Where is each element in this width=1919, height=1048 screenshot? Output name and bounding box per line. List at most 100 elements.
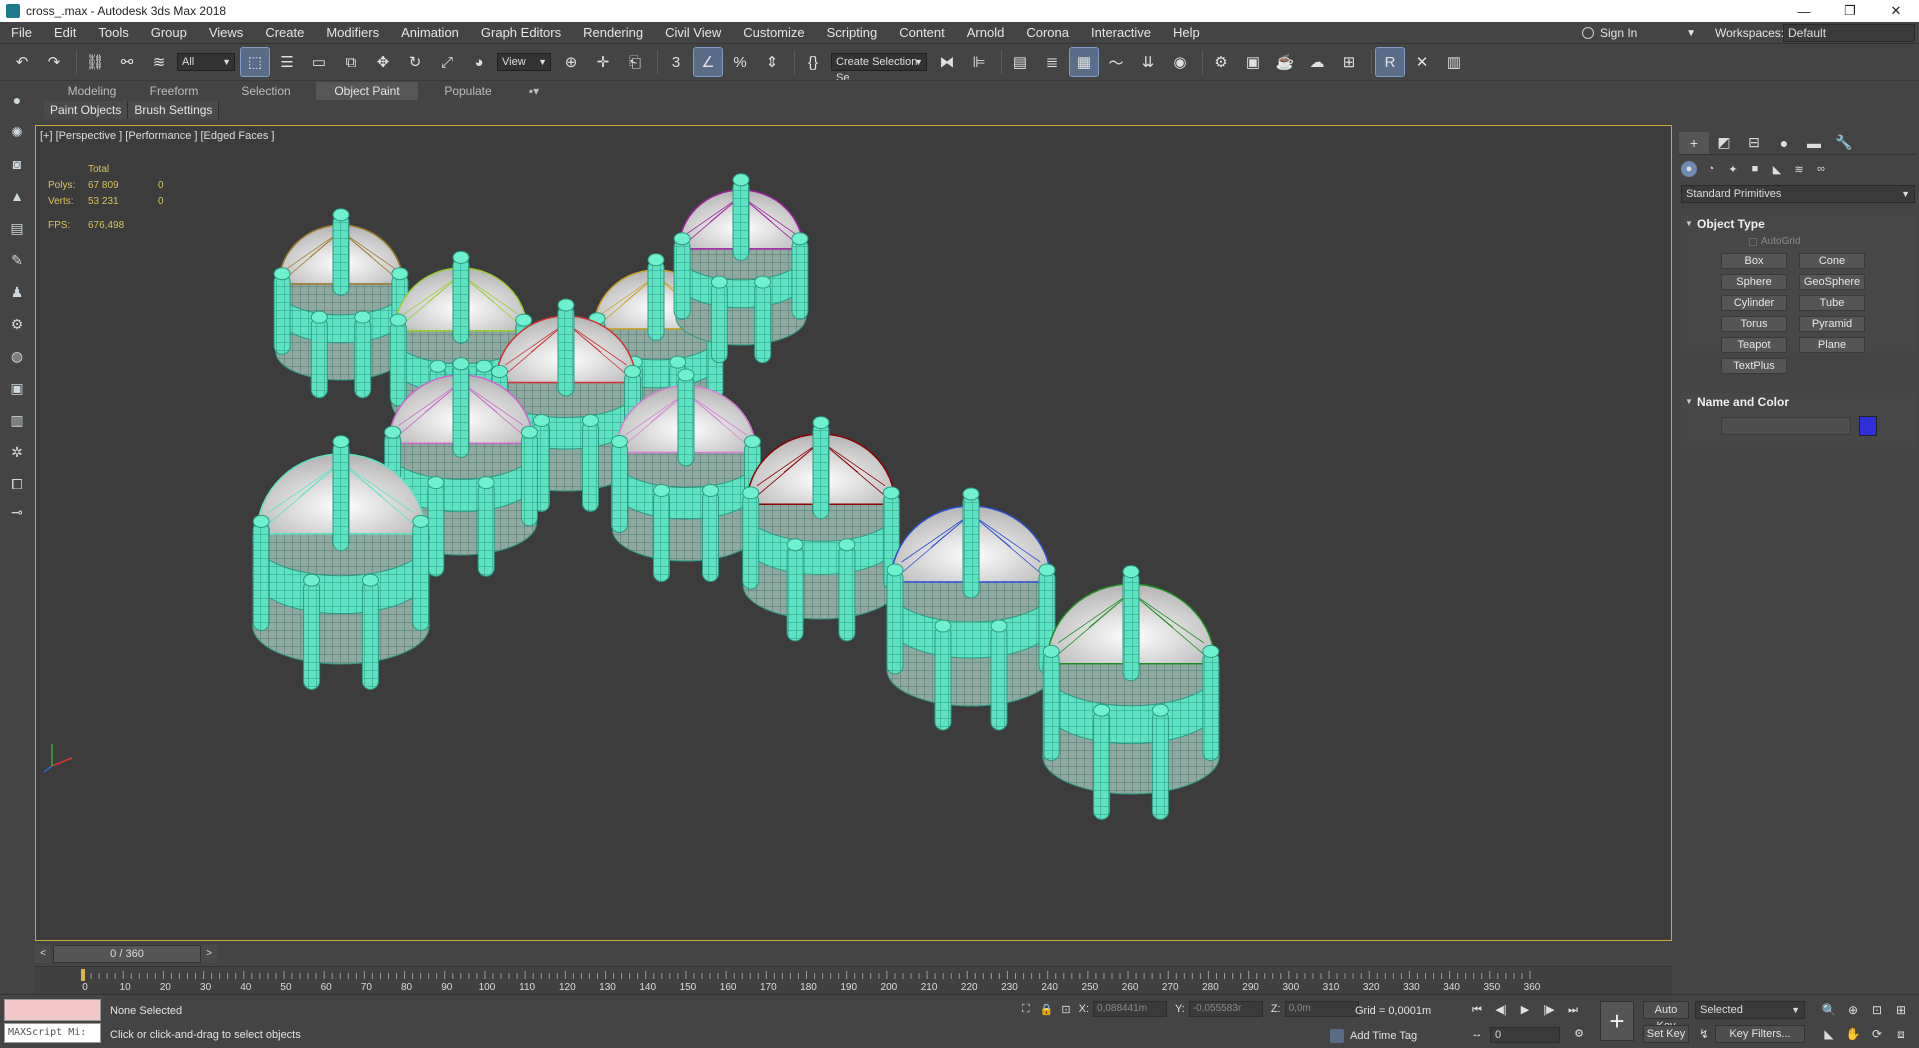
align-icon[interactable]: ⊫ [965,48,993,76]
keyboard-shortcut-icon[interactable]: ⎗ [621,48,649,76]
viewport-perspective[interactable]: [+] [Perspective ] [Performance ] [Edged… [35,125,1672,941]
brush-icon[interactable]: ✎ [7,250,27,270]
set-keys-button[interactable]: + [1600,1001,1634,1041]
percent-snap-icon[interactable]: % [726,48,754,76]
menu-group[interactable]: Group [140,25,198,40]
ring-model[interactable] [886,487,1056,731]
manipulate-icon[interactable]: ✛ [589,48,617,76]
snaps-toggle-icon[interactable]: 3 [662,48,690,76]
rectangular-selection-icon[interactable]: ▭ [305,48,333,76]
list-icon[interactable]: ▤ [7,218,27,238]
edit-named-selection-icon[interactable]: {} [799,48,827,76]
zoom-icon[interactable]: 🔍 [1820,1001,1838,1019]
reference-coordinate-dropdown[interactable]: View ▼ [497,53,551,71]
default-in-out-tangent-icon[interactable]: ↯ [1695,1025,1713,1043]
menu-rendering[interactable]: Rendering [572,25,654,40]
prev-frame-arrow-icon[interactable]: < [35,945,51,963]
key-filters-button[interactable]: Key Filters... [1715,1025,1805,1043]
globe-icon[interactable]: ◍ [7,346,27,366]
brush-settings-button[interactable]: Brush Settings [128,101,220,119]
plane-button[interactable]: Plane [1799,337,1865,353]
key-mode-toggle-icon[interactable]: ↔ [1468,1025,1486,1043]
move-icon[interactable]: ✥ [369,48,397,76]
current-frame-marker[interactable] [81,969,85,981]
figure-icon[interactable]: ♟ [7,282,27,302]
layer-explorer-icon[interactable]: ≣ [1038,48,1066,76]
schematic-view-icon[interactable]: ⇊ [1134,48,1162,76]
box-button[interactable]: Box [1721,253,1787,269]
tab-populate[interactable]: Populate [432,82,504,100]
set-key-button[interactable]: Set Key [1643,1025,1689,1043]
spinner-snap-icon[interactable]: ⇕ [758,48,786,76]
motion-tab-icon[interactable]: ● [1769,132,1799,154]
redo-icon[interactable]: ↷ [40,48,68,76]
tab-object-paint[interactable]: Object Paint [316,82,418,100]
create-tab-icon[interactable]: + [1679,131,1709,154]
menu-graph-editors[interactable]: Graph Editors [470,25,572,40]
select-object-icon[interactable]: ⬚ [240,47,270,77]
material-editor-icon[interactable]: ◉ [1166,48,1194,76]
add-time-tag[interactable]: Add Time Tag [1330,1029,1417,1043]
pivot-center-icon[interactable]: ⊕ [557,48,585,76]
teapot-button[interactable]: Teapot [1721,337,1787,353]
ring-model[interactable] [1042,565,1220,820]
menu-modifiers[interactable]: Modifiers [315,25,390,40]
zoom-extents-icon[interactable]: ⊡ [1868,1001,1886,1019]
primitives-dropdown[interactable]: Standard Primitives ▼ [1681,185,1915,203]
sun-icon[interactable]: ✺ [7,122,27,142]
window-crossing-icon[interactable]: ⧉ [337,48,365,76]
y-coordinate-field[interactable]: -0,055583r [1188,1001,1263,1017]
menu-scripting[interactable]: Scripting [816,25,889,40]
textplus-button[interactable]: TextPlus [1721,358,1787,374]
camera-group-icon[interactable]: ◙ [7,154,27,174]
ruler-icon[interactable]: ⊸ [7,502,27,522]
recap-icon[interactable]: R [1375,47,1405,77]
undo-icon[interactable]: ↶ [8,48,36,76]
go-to-start-icon[interactable]: ⏮ [1468,1001,1486,1019]
scene-explorer-icon[interactable]: ▤ [1006,48,1034,76]
ribbon-toggle-icon[interactable]: ▦ [1069,47,1099,77]
frame-icon[interactable]: ⧠ [7,474,27,494]
absolute-mode-icon[interactable]: ⊡ [1061,1003,1070,1016]
light-bulb-icon[interactable]: ● [7,90,27,110]
go-to-end-icon[interactable]: ⏭ [1564,1001,1582,1019]
shapes-icon[interactable]: ◔ [1703,161,1719,177]
menu-animation[interactable]: Animation [390,25,470,40]
tab-freeform[interactable]: Freeform [140,82,208,100]
render-iterative-icon[interactable]: ☁ [1303,48,1331,76]
curve-editor-icon[interactable]: 〜 [1102,48,1130,76]
tab-selection[interactable]: Selection [232,82,300,100]
close-button[interactable]: ✕ [1873,0,1919,22]
next-frame-arrow-icon[interactable]: > [201,945,217,963]
menu-tools[interactable]: Tools [87,25,139,40]
menu-help[interactable]: Help [1162,25,1211,40]
systems-icon[interactable]: ∞ [1813,161,1829,177]
geometry-icon[interactable]: ● [1681,161,1697,177]
object-type-header[interactable]: Object Type [1681,215,1915,233]
viewport-label[interactable]: [+] [Perspective ] [Performance ] [Edged… [40,130,274,142]
tools-icon[interactable]: ✕ [1408,48,1436,76]
lights-icon[interactable]: ✦ [1725,161,1741,177]
terrain-icon[interactable]: ▲ [7,186,27,206]
menu-file[interactable]: File [0,25,43,40]
zoom-extents-all-icon[interactable]: ⊞ [1892,1001,1910,1019]
isolate-selection-icon[interactable]: ⛶ [1022,1003,1030,1016]
cameras-icon[interactable]: ■ [1747,161,1763,177]
ring-model[interactable] [742,416,900,642]
geosphere-button[interactable]: GeoSphere [1799,274,1865,290]
key-mode-dropdown[interactable]: Selected ▼ [1695,1001,1805,1019]
auto-key-button[interactable]: Auto Key [1643,1001,1689,1032]
paint-objects-button[interactable]: Paint Objects [44,101,129,119]
autogrid-checkbox[interactable]: AutoGrid [1749,236,1800,247]
panel-icon[interactable]: ▥ [7,410,27,430]
link-icon[interactable]: ⛓ [81,48,109,76]
workspace-dropdown[interactable]: Default [1783,24,1915,42]
maxscript-mini-listener[interactable]: MAXScript Mi: [4,1023,101,1043]
field-of-view-icon[interactable]: ◣ [1820,1025,1838,1043]
sign-in-button[interactable]: Sign In ▼ [1578,23,1696,43]
time-slider-thumb[interactable]: 0 / 360 [53,945,201,963]
cylinder-button[interactable]: Cylinder [1721,295,1787,311]
menu-views[interactable]: Views [198,25,254,40]
orbit-icon[interactable]: ⟳ [1868,1025,1886,1043]
space-warps-icon[interactable]: ≋ [1791,161,1807,177]
